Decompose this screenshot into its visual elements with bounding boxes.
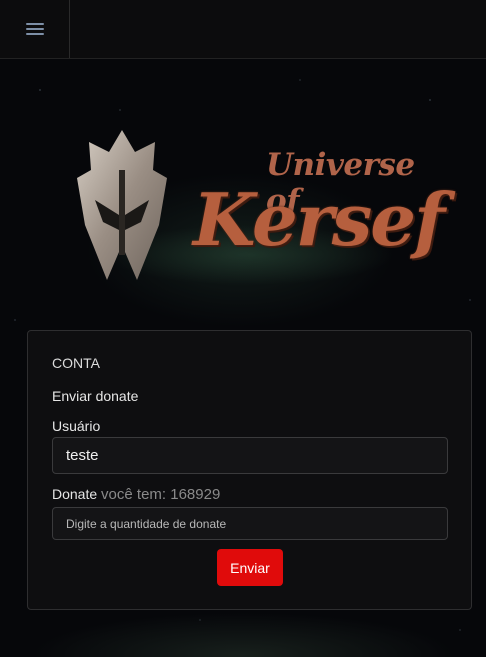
donate-label-row: Donate você tem: 168929 — [52, 486, 220, 503]
account-card: CONTA Enviar donate Usuário Donate você … — [27, 330, 472, 610]
card-title: CONTA — [52, 355, 100, 371]
menu-toggle-button[interactable] — [0, 0, 70, 58]
top-navbar — [0, 0, 486, 59]
donate-label: Donate — [52, 486, 98, 502]
knight-helmet-icon — [77, 130, 167, 280]
section-title: Enviar donate — [52, 388, 139, 404]
user-input[interactable] — [52, 437, 448, 474]
send-button[interactable]: Enviar — [217, 549, 283, 586]
donate-amount-input[interactable] — [52, 507, 448, 540]
game-logo: Universe of Kersef — [50, 125, 450, 290]
logo-title: Kersef — [193, 177, 445, 262]
user-label: Usuário — [52, 418, 101, 434]
donate-balance: você tem: 168929 — [101, 486, 221, 503]
hamburger-menu-icon — [25, 23, 44, 35]
